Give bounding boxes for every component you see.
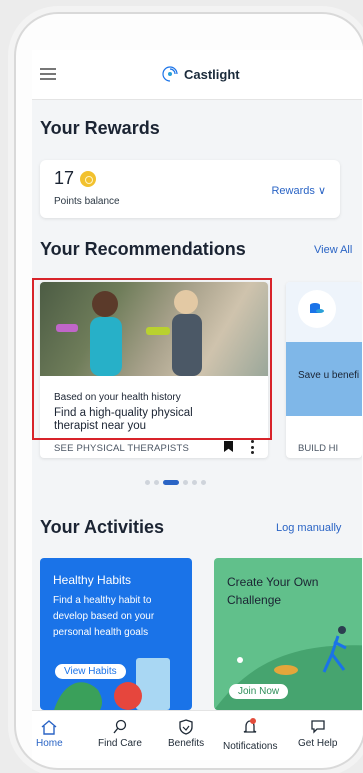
nav-item-home[interactable]: Home — [36, 719, 63, 749]
rewards-heading: Your Rewards — [40, 118, 160, 138]
selection-highlight — [32, 278, 272, 440]
rewards-card[interactable]: 17 Points balance Rewards ∨ — [40, 160, 340, 218]
nav-item-label: Notifications — [223, 741, 278, 752]
bell-icon-wrap — [241, 718, 259, 741]
search-icon — [113, 719, 127, 734]
log-manually-link[interactable]: Log manually — [276, 522, 341, 534]
coin-icon — [80, 170, 97, 187]
menu-icon[interactable] — [40, 68, 56, 80]
carousel-dot-active[interactable] — [163, 480, 179, 485]
bookmark-icon[interactable] — [224, 441, 233, 452]
points-row: 17 — [54, 168, 97, 189]
coins-icon — [298, 290, 336, 328]
join-now-button[interactable]: Join Now — [229, 684, 289, 699]
chat-icon — [311, 720, 325, 734]
activities-heading: Your Activities — [40, 517, 165, 537]
nav-item-label: Get Help — [298, 738, 338, 749]
nav-item-get-help[interactable]: Get Help — [298, 719, 337, 749]
carousel-dot[interactable] — [201, 480, 206, 485]
nav-item-label: Benefits — [168, 738, 205, 749]
carousel-dot[interactable] — [154, 480, 159, 485]
recommendations-heading: Your Recommendations — [40, 239, 246, 259]
brand-logo: Castlight — [160, 64, 240, 84]
phone-frame: Castlight Your Rewards 17 Points balance… — [14, 12, 363, 770]
home-icon — [41, 720, 57, 735]
view-habits-button[interactable]: View Habits — [55, 664, 126, 679]
app-header: Castlight — [32, 50, 362, 100]
carousel-indicator[interactable] — [145, 480, 206, 485]
more-options-icon[interactable] — [251, 440, 255, 454]
bottom-navigation: Home Find Care Benefits Notifications Ge… — [32, 710, 362, 760]
recommendation-card-next[interactable]: Save u benefi BUILD HI — [286, 282, 362, 458]
see-therapists-link[interactable]: SEE PHYSICAL THERAPISTS — [54, 443, 189, 454]
healthy-habits-card[interactable]: Healthy Habits Find a healthy habit to d… — [40, 558, 192, 710]
healthy-habits-description: Find a healthy habit to develop based on… — [53, 595, 155, 638]
nav-item-benefits[interactable]: Benefits — [168, 719, 204, 749]
next-card-cta[interactable]: BUILD HI — [298, 443, 338, 454]
chevron-down-icon: ∨ — [317, 185, 326, 197]
points-label: Points balance — [54, 196, 120, 207]
healthy-habits-title: Healthy Habits — [53, 573, 132, 587]
carousel-dot[interactable] — [145, 480, 150, 485]
points-value: 17 — [54, 168, 75, 188]
nav-item-notifications[interactable]: Notifications — [223, 718, 278, 752]
rewards-link-label: Rewards — [271, 185, 315, 197]
create-challenge-card[interactable]: Create Your Own Challenge Join Now — [214, 558, 362, 710]
brand-name: Castlight — [184, 66, 240, 82]
nav-item-label: Find Care — [98, 738, 142, 749]
nav-item-find-care[interactable]: Find Care — [98, 719, 142, 749]
carousel-dot[interactable] — [192, 480, 197, 485]
shield-icon — [179, 719, 193, 735]
castlight-logo-icon — [162, 66, 178, 82]
app-screen: Castlight Your Rewards 17 Points balance… — [32, 50, 362, 760]
view-all-link[interactable]: View All — [314, 244, 352, 256]
rewards-link[interactable]: Rewards ∨ — [271, 184, 326, 197]
carousel-dot[interactable] — [183, 480, 188, 485]
next-card-text: Save u benefi — [298, 370, 360, 381]
nav-item-label: Home — [36, 738, 63, 749]
